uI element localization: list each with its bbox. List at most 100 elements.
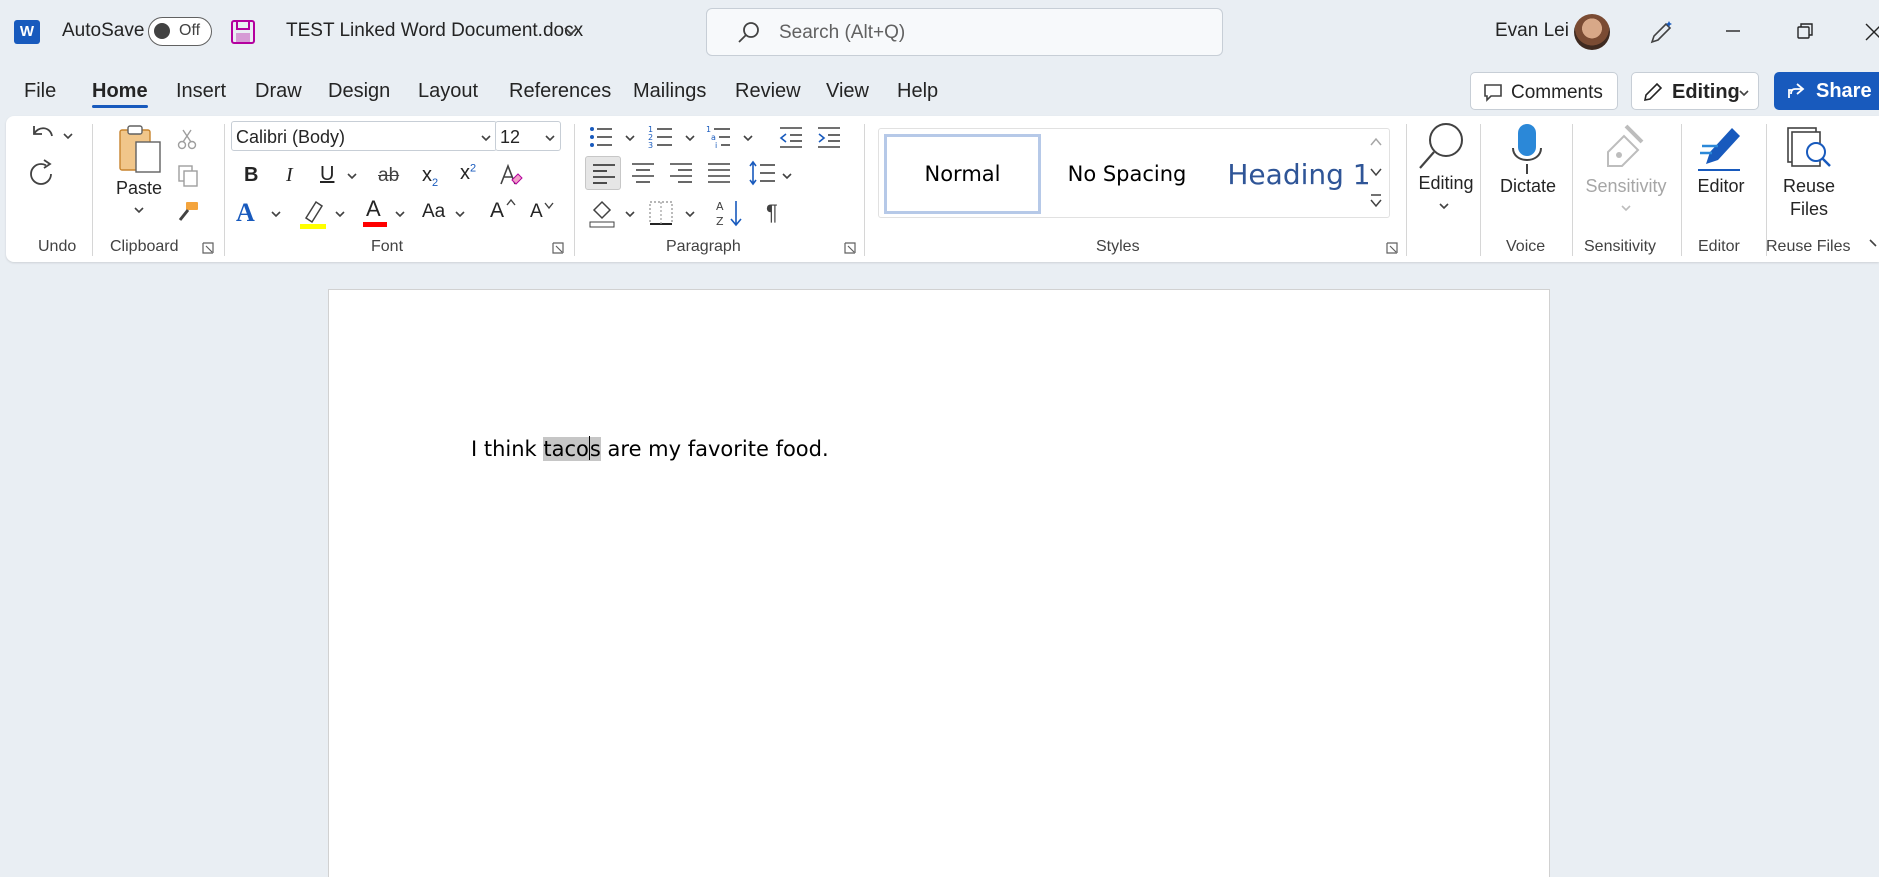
undo-icon[interactable]	[26, 120, 60, 148]
tab-file[interactable]: File	[24, 80, 56, 103]
chevron-down-icon[interactable]	[562, 22, 580, 40]
multilevel-list-icon[interactable]: 1ai	[706, 124, 732, 150]
gallery-scroll-down-icon[interactable]	[1368, 164, 1384, 180]
paste-label[interactable]: Paste	[114, 178, 164, 199]
font-name-dropdown[interactable]: Calibri (Body)	[231, 121, 497, 151]
dialog-launcher-icon[interactable]	[1386, 242, 1398, 254]
strikethrough-button[interactable]: ab	[378, 165, 399, 187]
line-spacing-icon[interactable]	[748, 160, 776, 186]
increase-indent-icon[interactable]	[816, 124, 842, 150]
highlighter-icon[interactable]	[298, 198, 328, 230]
text-effects-button[interactable]: A	[236, 198, 255, 228]
comments-button[interactable]: Comments	[1470, 72, 1618, 110]
tab-mailings[interactable]: Mailings	[633, 80, 706, 103]
close-icon[interactable]	[1860, 18, 1879, 44]
tab-design[interactable]: Design	[328, 80, 390, 103]
style-no-spacing[interactable]: No Spacing	[1047, 134, 1207, 214]
shading-icon[interactable]	[588, 198, 616, 228]
tab-insert[interactable]: Insert	[176, 80, 226, 103]
chevron-down-icon[interactable]	[1438, 200, 1450, 212]
underline-button[interactable]: U	[320, 163, 334, 186]
editing-mode-button[interactable]: Editing	[1631, 72, 1759, 110]
superscript-button[interactable]: x2	[460, 162, 476, 185]
microphone-icon[interactable]	[1509, 122, 1545, 178]
chevron-down-icon[interactable]	[270, 208, 282, 220]
editor-icon[interactable]	[1696, 122, 1744, 174]
tab-draw[interactable]: Draw	[255, 80, 302, 103]
style-normal[interactable]: Normal	[884, 134, 1041, 214]
chevron-down-icon[interactable]	[62, 130, 74, 142]
editing-group-button[interactable]: Editing	[1404, 173, 1488, 194]
document-title[interactable]: TEST Linked Word Document.docx	[286, 20, 583, 42]
chevron-down-icon[interactable]	[742, 132, 754, 144]
minimize-icon[interactable]	[1720, 18, 1746, 44]
avatar[interactable]	[1574, 14, 1610, 50]
reuse-files-icon[interactable]	[1784, 124, 1832, 170]
tab-review[interactable]: Review	[735, 80, 801, 103]
chevron-down-icon[interactable]	[684, 208, 696, 220]
chevron-down-icon[interactable]	[133, 204, 145, 216]
share-button[interactable]: Share	[1774, 72, 1879, 110]
reuse-files-button-line2[interactable]: Files	[1774, 199, 1844, 220]
designer-pen-icon[interactable]	[1648, 18, 1676, 46]
chevron-down-icon[interactable]	[624, 208, 636, 220]
numbering-icon[interactable]: 123	[648, 124, 674, 150]
change-case-button[interactable]: Aa	[422, 201, 445, 223]
tab-references[interactable]: References	[509, 80, 611, 103]
tab-layout[interactable]: Layout	[418, 80, 478, 103]
sensitivity-icon[interactable]	[1602, 122, 1646, 172]
paste-icon[interactable]	[116, 124, 164, 174]
show-formatting-marks-button[interactable]: ¶	[766, 200, 778, 226]
font-color-button[interactable]: A	[366, 196, 381, 222]
chevron-down-icon[interactable]	[394, 208, 406, 220]
gallery-scroll-up-icon[interactable]	[1368, 134, 1384, 150]
chevron-down-icon[interactable]	[334, 208, 346, 220]
format-painter-icon[interactable]	[176, 200, 200, 224]
italic-button[interactable]: I	[286, 164, 293, 187]
bold-button[interactable]: B	[244, 164, 258, 187]
ribbon-collapse-icon[interactable]	[1868, 236, 1879, 250]
align-left-button[interactable]	[585, 156, 621, 190]
gallery-expand-icon[interactable]	[1368, 192, 1384, 210]
bullets-icon[interactable]	[588, 124, 614, 150]
decrease-indent-icon[interactable]	[778, 124, 804, 150]
reuse-files-button-line1[interactable]: Reuse	[1774, 176, 1844, 197]
find-icon[interactable]	[1414, 120, 1468, 172]
chevron-down-icon[interactable]	[624, 132, 636, 144]
chevron-down-icon[interactable]	[781, 170, 793, 182]
document-page[interactable]: I think tacos are my favorite food.	[328, 289, 1550, 877]
dialog-launcher-icon[interactable]	[844, 242, 856, 254]
align-right-icon[interactable]	[668, 160, 694, 186]
editor-button[interactable]: Editor	[1686, 176, 1756, 197]
save-icon[interactable]	[230, 19, 256, 45]
restore-icon[interactable]	[1792, 18, 1818, 44]
font-size-dropdown[interactable]: 12	[495, 121, 561, 151]
justify-icon[interactable]	[706, 160, 732, 186]
word-logo-icon[interactable]: W	[14, 20, 40, 44]
style-heading-1[interactable]: Heading 1	[1213, 134, 1385, 214]
chevron-down-icon[interactable]	[454, 208, 466, 220]
search-input[interactable]: Search (Alt+Q)	[706, 8, 1223, 56]
user-name[interactable]: Evan Lei	[1495, 20, 1569, 42]
redo-icon[interactable]	[26, 156, 60, 188]
tab-home[interactable]: Home	[92, 80, 148, 103]
grow-font-button[interactable]: A	[490, 199, 504, 223]
copy-icon[interactable]	[176, 164, 200, 188]
chevron-down-icon[interactable]	[684, 132, 696, 144]
tab-help[interactable]: Help	[897, 80, 938, 103]
tab-view[interactable]: View	[826, 80, 869, 103]
dialog-launcher-icon[interactable]	[202, 242, 214, 254]
cut-icon[interactable]	[176, 128, 198, 150]
align-center-icon[interactable]	[630, 160, 656, 186]
chevron-down-icon[interactable]	[346, 170, 358, 182]
autosave-toggle[interactable]: Off	[148, 17, 212, 46]
sort-icon[interactable]: A Z	[714, 198, 744, 228]
dialog-launcher-icon[interactable]	[552, 242, 564, 254]
sensitivity-button[interactable]: Sensitivity	[1576, 176, 1676, 197]
dictate-button[interactable]: Dictate	[1490, 176, 1566, 197]
document-paragraph[interactable]: I think tacos are my favorite food.	[471, 436, 829, 461]
subscript-button[interactable]: x2	[422, 164, 438, 189]
shrink-font-button[interactable]: A	[530, 201, 543, 223]
borders-icon[interactable]	[648, 200, 674, 226]
clear-formatting-icon[interactable]	[498, 162, 524, 188]
